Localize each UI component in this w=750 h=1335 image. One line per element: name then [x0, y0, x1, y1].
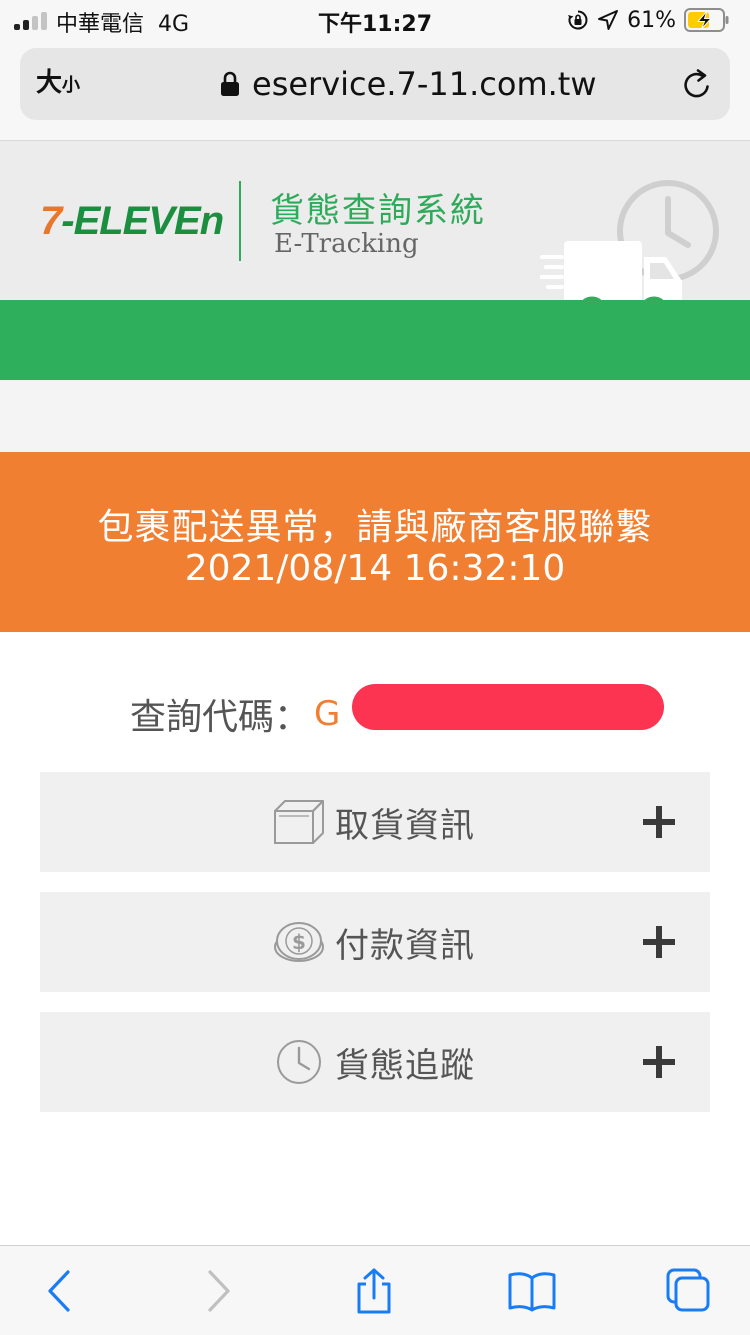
delivery-status-banner: 包裹配送異常，請與廠商客服聯繫 2021/08/14 16:32:10	[0, 452, 750, 632]
tracking-status-header: 貨態追蹤	[273, 1040, 475, 1086]
share-icon[interactable]	[350, 1268, 398, 1314]
system-subtitle: E-Tracking	[274, 229, 419, 259]
lock-icon	[221, 71, 239, 96]
pickup-info-label: 取貨資訊	[335, 805, 475, 846]
delivery-status-message: 包裹配送異常，請與廠商客服聯繫	[97, 507, 653, 548]
query-code-label: 查詢代碼：	[130, 697, 311, 738]
spacer-band	[0, 380, 750, 452]
browser-address-area: 大小 eservice.7-11.com.tw	[0, 40, 750, 141]
query-code-row: 查詢代碼： G	[130, 690, 340, 738]
logo-text: -ELEVEn	[61, 199, 224, 243]
expand-plus-icon[interactable]	[642, 1045, 676, 1079]
status-right-group: 61%	[567, 6, 730, 34]
location-arrow-icon	[598, 10, 619, 30]
coin-dollar-icon: $	[274, 922, 324, 962]
status-bar: 中華電信 4G 下午11:27 61%	[0, 0, 750, 40]
payment-info-label: 付款資訊	[335, 925, 475, 966]
battery-charging-icon	[684, 8, 729, 32]
payment-info-panel[interactable]: $ 付款資訊	[40, 892, 710, 992]
delivery-truck-icon	[540, 241, 682, 300]
bookmarks-icon[interactable]	[508, 1268, 556, 1314]
tracking-status-label: 貨態追蹤	[335, 1045, 475, 1086]
text-size-button[interactable]: 大小	[36, 68, 80, 101]
redaction-mark	[352, 684, 664, 730]
tabs-icon[interactable]	[664, 1268, 712, 1314]
rotation-lock-icon	[568, 10, 588, 30]
url-text: eservice.7-11.com.tw	[252, 65, 597, 103]
delivery-status-timestamp: 2021/08/14 16:32:10	[184, 548, 566, 589]
expand-plus-icon[interactable]	[642, 805, 676, 839]
package-box-icon	[274, 800, 324, 844]
clock-icon	[277, 1040, 321, 1084]
logo-seven: 7	[40, 199, 62, 243]
seven-eleven-logo[interactable]: 7-ELEVEn	[40, 199, 224, 244]
text-size-small-label: 小	[62, 75, 81, 96]
tracking-status-panel[interactable]: 貨態追蹤	[40, 1012, 710, 1112]
reload-icon[interactable]	[680, 68, 714, 102]
site-header: 7-ELEVEn 貨態查詢系統 E-Tracking	[0, 141, 750, 300]
system-title: 貨態查詢系統	[270, 191, 486, 231]
query-code-value: G	[314, 694, 341, 734]
header-green-band	[0, 300, 750, 380]
browser-toolbar	[0, 1245, 750, 1335]
url-display[interactable]: eservice.7-11.com.tw	[220, 64, 597, 104]
payment-info-header: $ 付款資訊	[273, 920, 475, 966]
svg-text:$: $	[292, 930, 306, 954]
back-icon[interactable]	[36, 1268, 84, 1314]
header-divider	[239, 181, 241, 261]
battery-percentage: 61%	[627, 7, 676, 33]
pickup-info-header: 取貨資訊	[273, 800, 475, 846]
expand-plus-icon[interactable]	[642, 925, 676, 959]
forward-icon[interactable]	[194, 1268, 242, 1314]
pickup-info-panel[interactable]: 取貨資訊	[40, 772, 710, 872]
text-size-large-label: 大	[36, 68, 63, 98]
address-bar[interactable]: 大小 eservice.7-11.com.tw	[20, 48, 730, 120]
